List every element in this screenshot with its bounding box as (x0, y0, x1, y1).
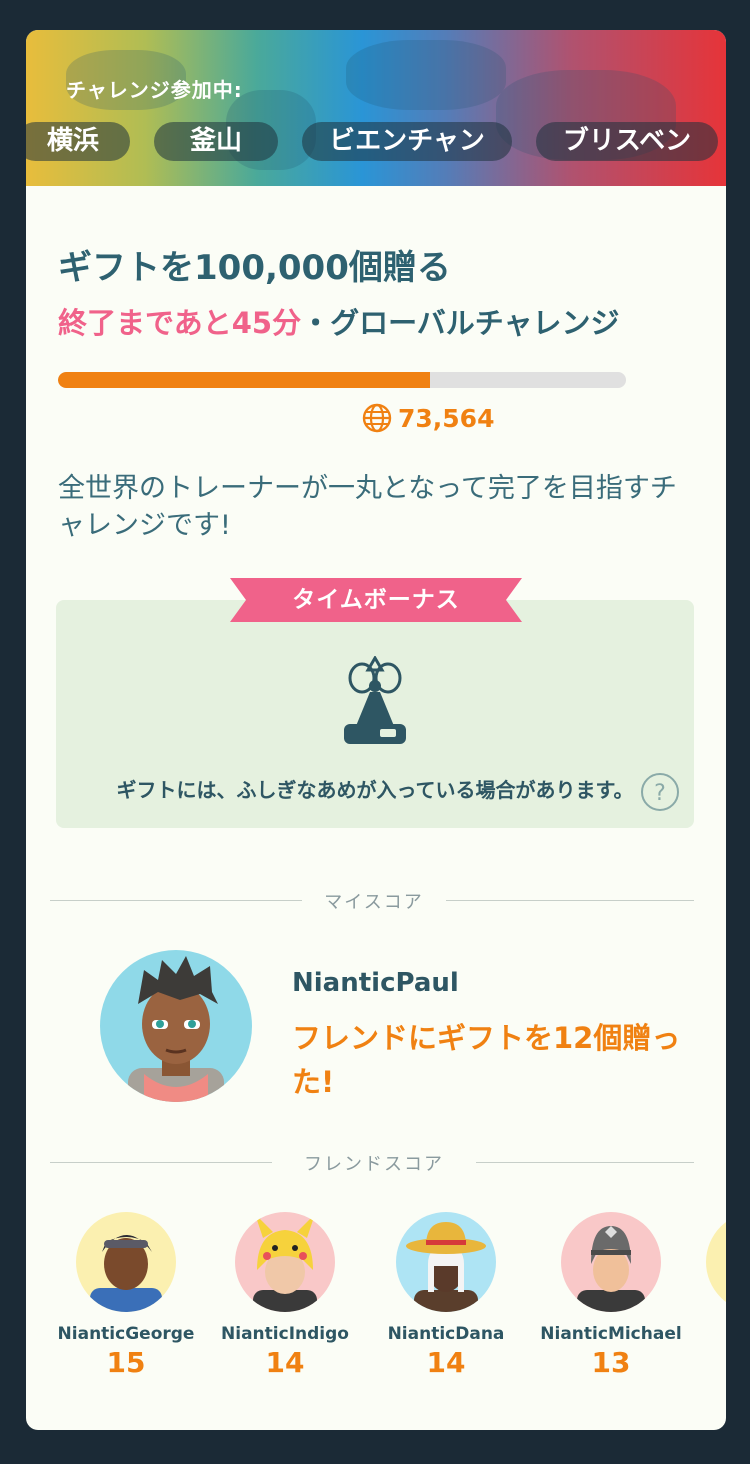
challenge-type: ・グローバルチャレンジ (301, 306, 620, 340)
divider-left (50, 900, 302, 901)
rare-candy-gift-icon (340, 655, 410, 746)
avatar (235, 1212, 335, 1312)
friend-score: 13 (591, 1346, 631, 1379)
my-trainer-name: NianticPaul (292, 968, 459, 998)
challenge-description: 全世界のトレーナーが一丸となって完了を目指すチャレンジです! (58, 473, 677, 541)
friend-score-item[interactable]: NianticMichael 13 (536, 1212, 686, 1379)
friend-name: NianticIndigo (221, 1324, 349, 1344)
city-pill-brisbane[interactable]: ブリスベン (536, 122, 718, 161)
friend-score-item[interactable]: NianticDana 14 (371, 1212, 521, 1379)
avatar (76, 1212, 176, 1312)
global-count: 73,564 (362, 402, 494, 434)
city-pill-vientiane[interactable]: ビエンチャン (302, 122, 512, 161)
world-map-shape (346, 40, 506, 110)
challenge-subtitle: 終了まであと45分・グローバルチャレンジ (58, 300, 620, 342)
banner-title: チャレンジ参加中: (66, 78, 243, 102)
challenge-title: ギフトを100,000個贈る (58, 248, 451, 288)
time-bonus-label: タイムボーナス (292, 587, 460, 613)
globe-icon (362, 403, 392, 433)
friend-avatar-partial[interactable] (706, 1212, 726, 1312)
challenge-card: チャレンジ参加中: 横浜 釜山 ビエンチャン ブリスベン ギフトを100,000… (26, 30, 726, 1430)
friend-name: NianticMichael (540, 1324, 682, 1344)
friend-score: 14 (265, 1346, 305, 1379)
my-score-text: フレンドにギフトを12個贈った! (292, 1021, 681, 1099)
friend-name: NianticGeorge (57, 1324, 195, 1344)
city-pill-busan[interactable]: 釜山 (154, 122, 278, 161)
friend-score-item[interactable]: NianticGeorge 15 (51, 1212, 201, 1379)
challenge-banner: チャレンジ参加中: 横浜 釜山 ビエンチャン ブリスベン (26, 30, 726, 186)
friend-score: 15 (106, 1346, 146, 1379)
global-count-value: 73,564 (398, 403, 495, 433)
progress-fill (58, 372, 431, 388)
friend-name: NianticDana (387, 1324, 505, 1344)
friend-score-label: フレンドスコア (304, 1154, 444, 1175)
challenge-content: ギフトを100,000個贈る 終了まであと45分・グローバルチャレンジ 73,5… (26, 186, 726, 1430)
avatar (100, 950, 252, 1102)
avatar (396, 1212, 496, 1312)
divider-left (50, 1162, 272, 1163)
friend-score-item[interactable]: NianticIndigo 14 (210, 1212, 360, 1379)
time-remaining: 終了まであと45分 (58, 306, 302, 340)
city-pill-yokohama[interactable]: 横浜 (26, 122, 130, 161)
avatar (561, 1212, 661, 1312)
time-bonus-ribbon: タイムボーナス (230, 578, 522, 622)
divider-right (476, 1162, 694, 1163)
divider-right (446, 900, 694, 901)
progress-bar (58, 372, 626, 388)
friend-score: 14 (426, 1346, 466, 1379)
time-bonus-text: ギフトには、ふしぎなあめが入っている場合があります。 (116, 778, 634, 802)
my-score-label: マイスコア (324, 892, 424, 913)
